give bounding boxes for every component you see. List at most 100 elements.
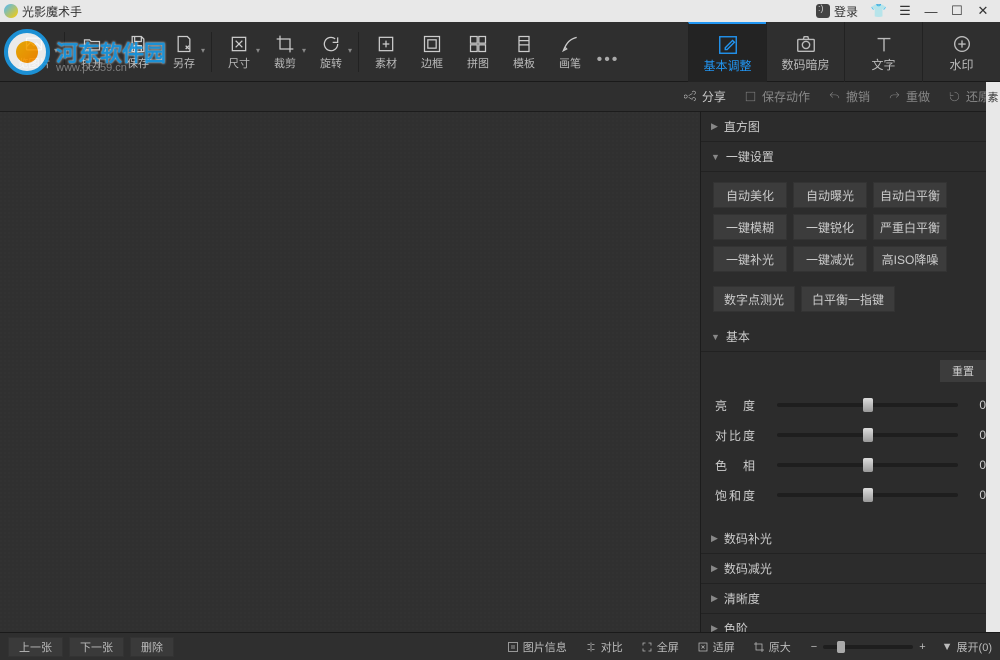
slider-value: 0: [966, 458, 986, 472]
more-tools-button[interactable]: •••: [593, 35, 623, 69]
slider-track[interactable]: [777, 493, 958, 497]
view-images-button[interactable]: 览图片 ▾: [8, 22, 60, 82]
skin-button[interactable]: 👕: [866, 0, 892, 22]
quick-btn-6[interactable]: 一键补光: [713, 246, 787, 272]
crop-icon: [753, 641, 765, 653]
save-action-button[interactable]: 保存动作: [744, 88, 810, 105]
tab-basic-adjust[interactable]: 基本调整: [688, 22, 766, 82]
slider-label: 亮 度: [715, 397, 769, 414]
size-button[interactable]: 尺寸▾: [216, 22, 262, 82]
slider-track[interactable]: [777, 463, 958, 467]
slider-track[interactable]: [777, 403, 958, 407]
titlebar: 光影魔术手 登录 👕 ☰ — ☐ ✕: [0, 0, 1000, 22]
restore-button[interactable]: 还原: [948, 88, 990, 105]
quick-btn-1[interactable]: 自动曝光: [793, 182, 867, 208]
slider-thumb[interactable]: [863, 428, 873, 442]
delete-button[interactable]: 删除: [130, 637, 174, 657]
bottom-bar: 上一张 下一张 删除 图片信息 对比 全屏 适屏 原大 − + ▼展开(0): [0, 632, 1000, 660]
zoom-in-icon[interactable]: +: [919, 641, 925, 653]
canvas-area[interactable]: [0, 112, 700, 632]
section-2[interactable]: ▶清晰度: [701, 584, 1000, 614]
save-button[interactable]: 保存: [115, 22, 161, 82]
next-image-button[interactable]: 下一张: [69, 637, 124, 657]
info-icon: [507, 641, 519, 653]
reset-button[interactable]: 重置: [940, 360, 986, 382]
close-button[interactable]: ✕: [970, 0, 996, 22]
quick-btn-4[interactable]: 一键锐化: [793, 214, 867, 240]
slider-label: 对比度: [715, 427, 769, 444]
zoom-out-icon[interactable]: −: [811, 641, 817, 653]
edge-tab[interactable]: 素: [986, 82, 1000, 112]
frame-icon: [421, 33, 443, 55]
slider-label: 色 相: [715, 457, 769, 474]
main-toolbar: 览图片 ▾ 打开▾ 保存 另存▾ 尺寸▾ 裁剪▾ 旋转▾: [0, 22, 1000, 82]
quick-btn-3[interactable]: 一键模糊: [713, 214, 787, 240]
quick-row2-btn-0[interactable]: 数字点测光: [713, 286, 795, 312]
quick-btn-2[interactable]: 自动白平衡: [873, 182, 947, 208]
login-label: 登录: [834, 3, 858, 20]
chevron-right-icon: ▶: [711, 121, 718, 132]
slider-3[interactable]: 饱和度 0: [715, 480, 986, 510]
saveas-icon: [173, 33, 195, 55]
saveas-button[interactable]: 另存▾: [161, 22, 207, 82]
expand-button[interactable]: ▼展开(0): [942, 639, 992, 655]
slider-thumb[interactable]: [863, 488, 873, 502]
redo-button[interactable]: 重做: [888, 88, 930, 105]
collage-button[interactable]: 拼图: [455, 22, 501, 82]
quick-btn-7[interactable]: 一键减光: [793, 246, 867, 272]
tab-watermark[interactable]: 水印: [922, 22, 1000, 82]
tab-text[interactable]: 文字: [844, 22, 922, 82]
slider-1[interactable]: 对比度 0: [715, 420, 986, 450]
quick-btn-5[interactable]: 严重白平衡: [873, 214, 947, 240]
undo-button[interactable]: 撤销: [828, 88, 870, 105]
slider-2[interactable]: 色 相 0: [715, 450, 986, 480]
fullscreen-button[interactable]: 全屏: [635, 639, 685, 655]
save-icon: [127, 33, 149, 55]
restore-icon: [948, 90, 961, 103]
menu-button[interactable]: ☰: [892, 0, 918, 22]
zoom-slider[interactable]: − +: [811, 641, 926, 653]
template-button[interactable]: 模板: [501, 22, 547, 82]
chevron-right-icon: ▶: [711, 623, 718, 632]
slider-0[interactable]: 亮 度 0: [715, 390, 986, 420]
open-button[interactable]: 打开▾: [69, 22, 115, 82]
original-size-button[interactable]: 原大: [747, 639, 797, 655]
fit-screen-button[interactable]: 适屏: [691, 639, 741, 655]
resize-icon: [228, 33, 250, 55]
section-3[interactable]: ▶色阶: [701, 614, 1000, 632]
section-quick-settings[interactable]: ▼ 一键设置: [701, 142, 1000, 172]
slider-value: 0: [966, 488, 986, 502]
slider-track[interactable]: [777, 433, 958, 437]
prev-image-button[interactable]: 上一张: [8, 637, 63, 657]
rotate-button[interactable]: 旋转▾: [308, 22, 354, 82]
maximize-button[interactable]: ☐: [944, 0, 970, 22]
frame-button[interactable]: 边框: [409, 22, 455, 82]
chevron-down-icon: ▼: [711, 332, 720, 342]
rotate-icon: [320, 33, 342, 55]
crop-icon: [274, 33, 296, 55]
chevron-right-icon: ▶: [711, 563, 718, 574]
section-basic[interactable]: ▼ 基本: [701, 322, 1000, 352]
brush-button[interactable]: 画笔: [547, 22, 593, 82]
tab-darkroom[interactable]: 数码暗房: [766, 22, 844, 82]
image-info-button[interactable]: 图片信息: [501, 639, 573, 655]
login-button[interactable]: 登录: [808, 0, 866, 22]
material-button[interactable]: 素材: [363, 22, 409, 82]
section-0[interactable]: ▶数码补光: [701, 524, 1000, 554]
section-histogram[interactable]: ▶ 直方图: [701, 112, 1000, 142]
slider-thumb[interactable]: [863, 398, 873, 412]
user-icon: [816, 4, 830, 18]
crop-button[interactable]: 裁剪▾: [262, 22, 308, 82]
compare-button[interactable]: 对比: [579, 639, 629, 655]
section-1[interactable]: ▶数码减光: [701, 554, 1000, 584]
quick-btn-8[interactable]: 高ISO降噪: [873, 246, 947, 272]
quick-btn-0[interactable]: 自动美化: [713, 182, 787, 208]
watermark-icon: [950, 32, 974, 56]
slider-thumb[interactable]: [863, 458, 873, 472]
quick-row2-btn-1[interactable]: 白平衡一指键: [801, 286, 895, 312]
minimize-button[interactable]: —: [918, 0, 944, 22]
share-button[interactable]: 分享: [684, 88, 726, 105]
right-edge-strip[interactable]: 素: [986, 82, 1000, 632]
fullscreen-icon: [641, 641, 653, 653]
edit-icon: [716, 33, 740, 57]
